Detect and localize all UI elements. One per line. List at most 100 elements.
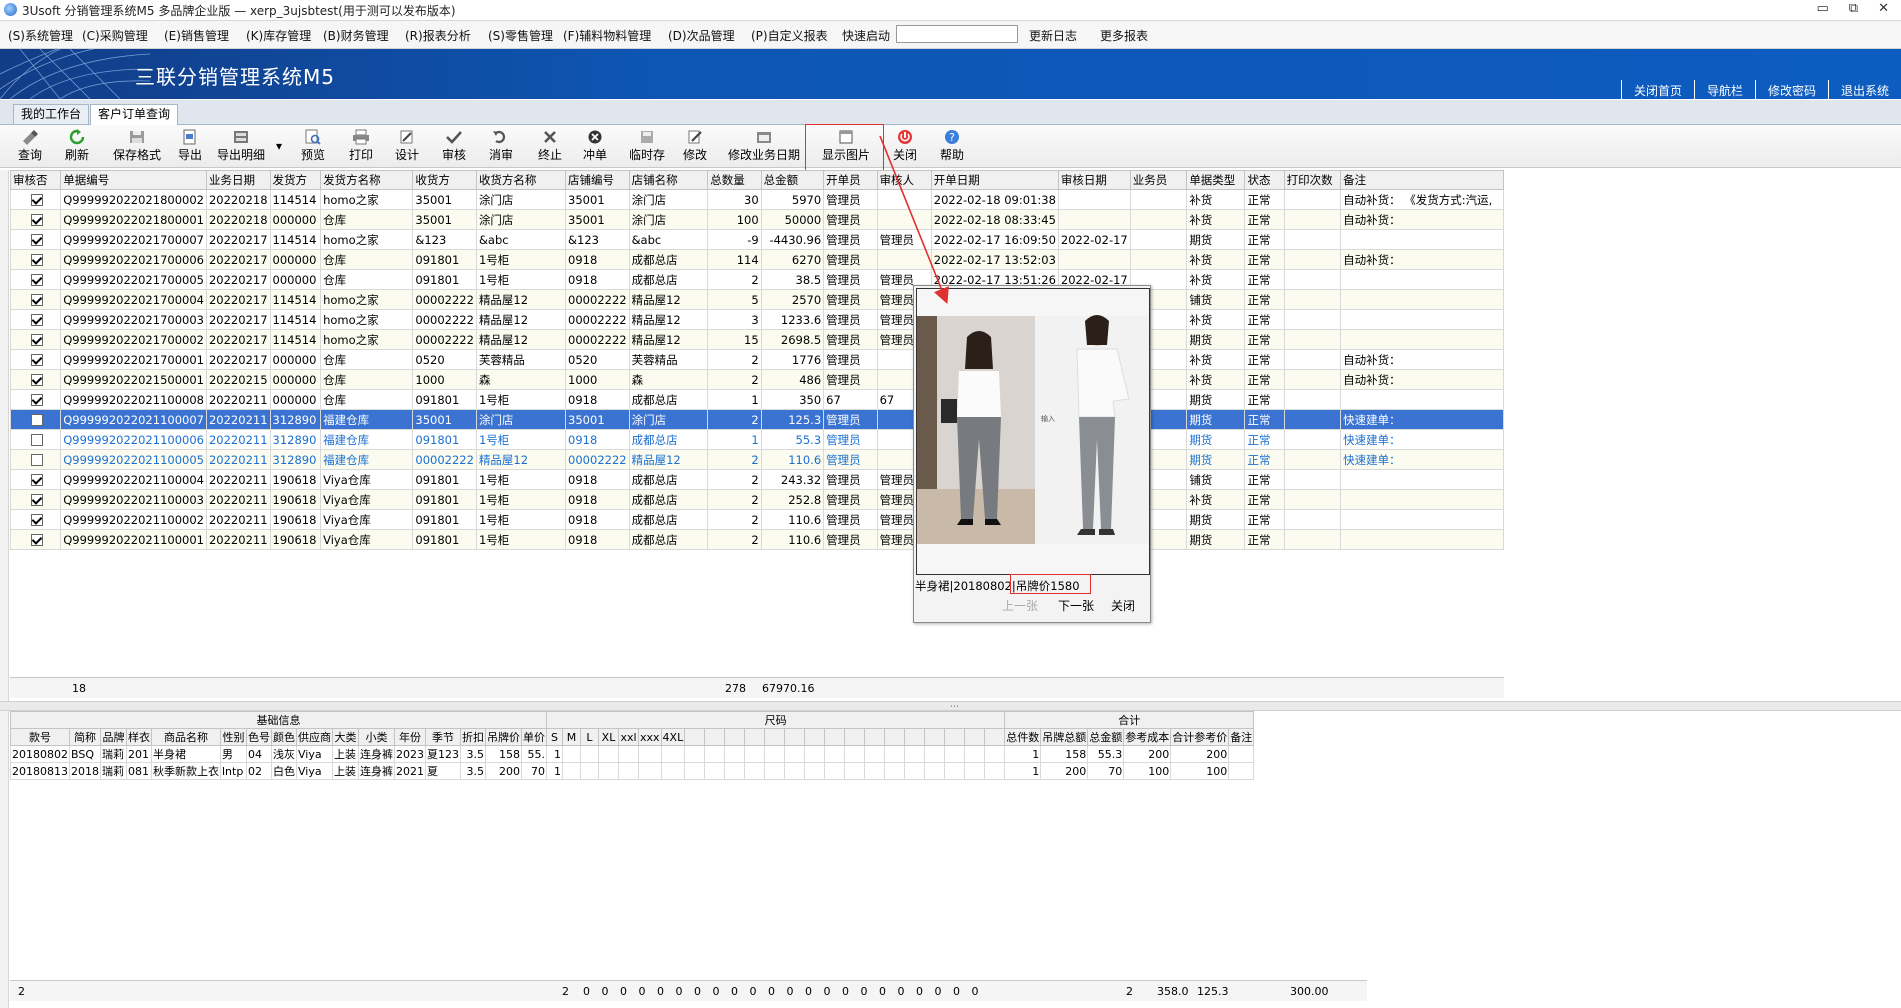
column-header[interactable]: 开单日期 [930, 170, 1059, 190]
change-password-link[interactable]: 修改密码 [1754, 80, 1828, 99]
table-row[interactable]: Q999992022021100007 20220211 312890 福建仓库 350… [9, 409, 1504, 430]
approved-checkbox[interactable] [31, 394, 43, 406]
table-row[interactable]: Q999992022021700005 20220217 000000 仓库 09180… [9, 269, 1504, 290]
restore-icon[interactable]: ⧉ [1849, 1, 1858, 16]
detail-column-header[interactable]: 吊牌总额 [1040, 728, 1089, 746]
detail-column-header[interactable]: 小类 [358, 728, 395, 746]
approve-button[interactable]: 审核 [439, 129, 469, 165]
approved-checkbox-cell[interactable] [9, 389, 62, 410]
table-row[interactable]: Q999992022021700004 20220217 114514 homo之家 0… [9, 289, 1504, 310]
column-header[interactable]: 状态 [1244, 170, 1285, 190]
approved-checkbox-cell[interactable] [9, 269, 62, 290]
preview-button[interactable]: 预览 [298, 129, 328, 165]
column-header[interactable]: 单据类型 [1186, 170, 1246, 190]
help-button[interactable]: ? 帮助 [937, 129, 967, 165]
table-row[interactable]: Q999992022021100001 20220211 190618 Viya仓库 0… [9, 529, 1504, 550]
approved-checkbox[interactable] [31, 414, 43, 426]
detail-column-header[interactable]: 4XL [660, 728, 686, 746]
table-row[interactable]: Q999992022021100004 20220211 190618 Viya仓库 0… [9, 469, 1504, 490]
column-header[interactable]: 总数量 [707, 170, 762, 190]
table-row[interactable]: Q999992022021700003 20220217 114514 homo之家 0… [9, 309, 1504, 330]
detail-row[interactable]: 20180802 BSQ 瑞莉 201 半身裙男 04 浅灰 Viya 上装 连身裤 2023 夏12… [10, 745, 1255, 763]
nav-bar-link[interactable]: 导航栏 [1693, 80, 1755, 99]
approved-checkbox-cell[interactable] [9, 249, 62, 270]
table-row[interactable]: Q999992022021100005 20220211 312890 福建仓库 000… [9, 449, 1504, 470]
close-popup-button[interactable]: 关闭 [1111, 597, 1135, 614]
save-format-button[interactable]: 保存格式 [110, 129, 164, 165]
pane-splitter[interactable]: ⋯ [0, 701, 1901, 712]
detail-column-header[interactable]: M [562, 728, 581, 746]
column-header[interactable]: 打印次数 [1283, 170, 1342, 190]
modify-button[interactable]: 修改 [680, 129, 710, 165]
detail-column-header[interactable]: S [546, 728, 563, 746]
detail-column-header[interactable]: 合计参考价 [1170, 728, 1230, 746]
approved-checkbox-cell[interactable] [9, 449, 62, 470]
detail-column-header[interactable]: 供应商 [296, 728, 333, 746]
approved-checkbox-cell[interactable] [9, 229, 62, 250]
menu-purchase[interactable]: (C)采购管理 [82, 27, 148, 44]
detail-column-header[interactable]: L [580, 728, 599, 746]
terminate-button[interactable]: 终止 [535, 129, 565, 165]
detail-column-header[interactable]: xxx [638, 728, 662, 746]
column-header[interactable]: 开单员 [823, 170, 878, 190]
menu-changelog[interactable]: 更新日志 [1029, 27, 1077, 44]
detail-column-header[interactable]: 折扣 [460, 728, 486, 746]
detail-column-header[interactable]: 单价 [521, 728, 547, 746]
column-header[interactable]: 业务日期 [205, 170, 271, 190]
table-row[interactable]: Q999992022021800001 20220218 000000 仓库 35001… [9, 209, 1504, 230]
detail-column-header[interactable]: 样衣 [126, 728, 152, 746]
column-header[interactable]: 单据编号 [60, 170, 207, 190]
table-row[interactable]: Q999992022021700002 20220217 114514 homo之家 0… [9, 329, 1504, 350]
column-header[interactable]: 审核人 [876, 170, 932, 190]
detail-column-header[interactable]: 总件数 [1004, 728, 1042, 746]
close-window-icon[interactable]: ✕ [1878, 1, 1889, 16]
reverse-button[interactable]: 冲单 [580, 129, 610, 165]
table-row[interactable]: Q999992022021100006 20220211 312890 福建仓库 091… [9, 429, 1504, 450]
approved-checkbox[interactable] [31, 494, 43, 506]
column-header[interactable]: 审核否 [9, 170, 62, 190]
close-home-link[interactable]: 关闭首页 [1620, 80, 1694, 99]
approved-checkbox[interactable] [31, 214, 43, 226]
approved-checkbox[interactable] [31, 274, 43, 286]
approved-checkbox[interactable] [31, 434, 43, 446]
column-header[interactable]: 总金额 [760, 170, 825, 190]
detail-column-header[interactable]: XL [598, 728, 619, 746]
approved-checkbox[interactable] [31, 474, 43, 486]
approved-checkbox-cell[interactable] [9, 289, 62, 310]
approved-checkbox[interactable] [31, 354, 43, 366]
column-header[interactable]: 店铺名称 [628, 170, 709, 190]
approved-checkbox-cell[interactable] [9, 529, 62, 550]
next-image-button[interactable]: 下一张 [1058, 597, 1094, 614]
minimize-icon[interactable]: ▭ [1817, 1, 1829, 16]
approved-checkbox-cell[interactable] [9, 469, 62, 490]
tab-workbench[interactable]: 我的工作台 [13, 104, 90, 124]
table-row[interactable]: Q999992022021100003 20220211 190618 Viya仓库 0… [9, 489, 1504, 510]
detail-column-header[interactable]: 总金额 [1087, 728, 1125, 746]
detail-column-header[interactable]: 款号 [10, 728, 70, 746]
detail-column-header[interactable]: 色号 [246, 728, 272, 746]
detail-column-header[interactable]: 吊牌价 [485, 728, 522, 746]
column-header[interactable]: 发货方名称 [320, 170, 414, 190]
menu-inventory[interactable]: (K)库存管理 [246, 27, 311, 44]
approved-checkbox-cell[interactable] [9, 489, 62, 510]
approved-checkbox-cell[interactable] [9, 189, 62, 210]
approved-checkbox-cell[interactable] [9, 329, 62, 350]
menu-more-reports[interactable]: 更多报表 [1100, 27, 1148, 44]
table-row[interactable]: Q999992022021700007 20220217 114514 homo之家 &… [9, 229, 1504, 250]
detail-column-header[interactable]: 颜色 [271, 728, 297, 746]
column-header[interactable]: 收货方名称 [475, 170, 567, 190]
detail-column-header[interactable]: 商品名称 [151, 728, 221, 746]
menu-reports[interactable]: (R)报表分析 [405, 27, 471, 44]
detail-column-header[interactable]: 备注 [1228, 728, 1255, 746]
column-header[interactable]: 备注 [1340, 170, 1504, 190]
approved-checkbox-cell[interactable] [9, 209, 62, 230]
approved-checkbox-cell[interactable] [9, 309, 62, 330]
modify-business-date-button[interactable]: 修改业务日期 [726, 129, 802, 165]
logout-link[interactable]: 退出系统 [1827, 80, 1901, 99]
detail-column-header[interactable]: 大类 [332, 728, 359, 746]
approved-checkbox[interactable] [31, 534, 43, 546]
unapprove-button[interactable]: 消审 [486, 129, 516, 165]
quick-launch-input[interactable] [896, 25, 1018, 43]
approved-checkbox[interactable] [31, 314, 43, 326]
table-row[interactable]: Q999992022021700006 20220217 000000 仓库 09180… [9, 249, 1504, 270]
